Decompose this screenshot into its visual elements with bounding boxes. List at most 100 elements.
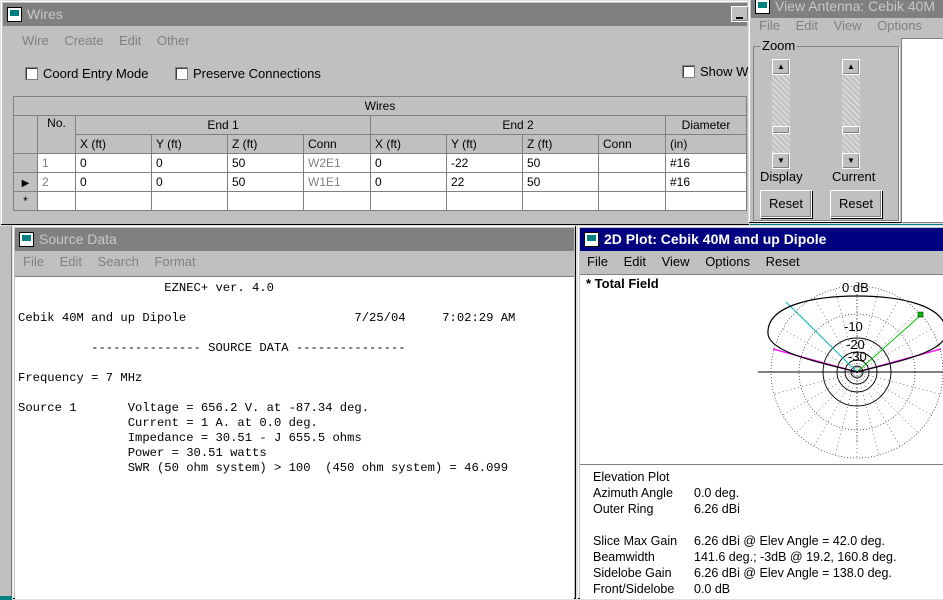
cell-diameter[interactable] (665, 191, 747, 211)
cell-y1[interactable]: 0 (151, 153, 228, 173)
cell-z2[interactable]: 50 (522, 172, 599, 192)
ring-label-10: -10 (844, 319, 863, 334)
display-zoom-slider[interactable]: ▲ ▼ (772, 59, 790, 169)
checkbox-icon[interactable] (25, 67, 38, 80)
app-icon[interactable] (755, 0, 770, 14)
down-arrow-icon[interactable]: ▼ (772, 153, 790, 169)
row-selector[interactable] (13, 153, 38, 173)
grid-spoke (856, 371, 932, 416)
app-icon[interactable] (7, 7, 22, 22)
cell-x1[interactable]: 0 (75, 153, 152, 173)
plot-title: 2D Plot: Cebik 40M and up Dipole (604, 231, 827, 247)
menu-format[interactable]: Format (154, 254, 195, 269)
cell-y2[interactable]: 22 (446, 172, 523, 192)
plot-title-bar[interactable]: 2D Plot: Cebik 40M and up Dipole (580, 228, 943, 251)
wires-title-bar[interactable]: Wires (3, 3, 747, 26)
cell-no[interactable]: 1 (37, 153, 76, 173)
row-selector[interactable]: ▶ (13, 172, 38, 192)
menu-wire[interactable]: Wire (22, 33, 49, 48)
cell-conn1[interactable] (303, 191, 371, 211)
col-y2: Y (ft) (446, 134, 523, 154)
cell-z2[interactable]: 50 (522, 153, 599, 173)
cell-x2[interactable]: 0 (370, 172, 447, 192)
info-key: Azimuth Angle (593, 486, 673, 500)
cell-no[interactable] (37, 191, 76, 211)
cell-conn2[interactable] (598, 153, 666, 173)
cell-conn1[interactable]: W1E1 (303, 172, 371, 192)
app-icon[interactable] (584, 232, 599, 247)
info-key: Slice Max Gain (593, 534, 678, 548)
cell-conn2[interactable] (598, 191, 666, 211)
menu-view[interactable]: View (834, 18, 862, 33)
menu-search[interactable]: Search (98, 254, 139, 269)
minimize-icon (736, 17, 743, 19)
menu-other[interactable]: Other (157, 33, 190, 48)
background-window-edge (0, 226, 12, 596)
ring-label-30: -30 (848, 349, 867, 364)
cell-conn1[interactable]: W2E1 (303, 153, 371, 173)
current-row-arrow-icon: ▶ (21, 178, 30, 189)
display-label: Display (760, 169, 803, 184)
menu-edit[interactable]: Edit (60, 254, 82, 269)
menu-options[interactable]: Options (705, 254, 750, 269)
cell-y2[interactable] (446, 191, 523, 211)
minimize-button[interactable] (731, 6, 749, 22)
current-zoom-slider[interactable]: ▲ ▼ (842, 59, 860, 169)
row-selector[interactable]: * (13, 191, 38, 211)
info-row: Beamwidth 141.6 deg.; -3dB @ 19.2, 160.8 … (593, 549, 896, 565)
menu-edit[interactable]: Edit (119, 33, 141, 48)
cell-z2[interactable] (522, 191, 599, 211)
menu-create[interactable]: Create (64, 33, 103, 48)
app-icon[interactable] (19, 232, 34, 247)
up-arrow-icon[interactable]: ▲ (842, 59, 860, 75)
info-row: Sidelobe Gain 6.26 dBi @ Elev Angle = 138… (593, 565, 896, 581)
preserve-connections-checkbox[interactable]: Preserve Connections (175, 65, 321, 83)
display-reset-button[interactable]: Reset (760, 190, 812, 218)
slider-thumb[interactable] (772, 126, 790, 134)
table-row[interactable]: 1 0 0 50 W2E1 0 -22 50 #16 (13, 153, 747, 173)
menu-file[interactable]: File (759, 18, 780, 33)
cell-x2[interactable] (370, 191, 447, 211)
cell-no[interactable]: 2 (37, 172, 76, 192)
grid-spoke (856, 371, 880, 456)
grid-spoke (796, 371, 858, 433)
grid-spoke (813, 371, 858, 447)
coord-entry-mode-checkbox[interactable]: Coord Entry Mode (25, 65, 149, 83)
down-arrow-icon[interactable]: ▼ (842, 153, 860, 169)
cell-x2[interactable]: 0 (370, 153, 447, 173)
cell-y1[interactable] (151, 191, 228, 211)
up-arrow-icon[interactable]: ▲ (772, 59, 790, 75)
show-wires-checkbox[interactable]: Show W (682, 63, 748, 81)
menu-edit[interactable]: Edit (796, 18, 818, 33)
slider-thumb[interactable] (842, 126, 860, 134)
table-row-new[interactable]: * (13, 191, 747, 211)
cell-x1[interactable]: 0 (75, 172, 152, 192)
table-row[interactable]: ▶ 2 0 0 50 W1E1 0 22 50 #16 (13, 172, 747, 192)
source-title-bar[interactable]: Source Data (15, 228, 574, 251)
current-reset-button[interactable]: Reset (830, 190, 882, 218)
cell-diameter[interactable]: #16 (665, 172, 747, 192)
menu-options[interactable]: Options (877, 18, 922, 33)
cell-x1[interactable] (75, 191, 152, 211)
col-z2: Z (ft) (522, 134, 599, 154)
cell-y2[interactable]: -22 (446, 153, 523, 173)
checkbox-icon[interactable] (682, 65, 695, 78)
col-y1: Y (ft) (151, 134, 228, 154)
cell-z1[interactable]: 50 (227, 172, 304, 192)
cell-z1[interactable]: 50 (227, 153, 304, 173)
menu-view[interactable]: View (662, 254, 690, 269)
antenna-view-canvas[interactable] (901, 38, 943, 223)
cell-conn2[interactable] (598, 172, 666, 192)
menu-edit[interactable]: Edit (624, 254, 646, 269)
wires-window: Wires Wire Create Edit Other Coord Entry… (0, 0, 750, 226)
info-row: Slice Max Gain 6.26 dBi @ Elev Angle = 42… (593, 533, 896, 549)
menu-reset[interactable]: Reset (766, 254, 800, 269)
menu-file[interactable]: File (23, 254, 44, 269)
menu-file[interactable]: File (587, 254, 608, 269)
cell-y1[interactable]: 0 (151, 172, 228, 192)
zoom-group: Zoom ▲ ▼ ▲ ▼ Display Current Reset Reset (753, 38, 899, 221)
plot-info: Elevation Plot Azimuth Angle 0.0 deg. Out… (593, 469, 896, 597)
checkbox-icon[interactable] (175, 67, 188, 80)
cell-diameter[interactable]: #16 (665, 153, 747, 173)
cell-z1[interactable] (227, 191, 304, 211)
